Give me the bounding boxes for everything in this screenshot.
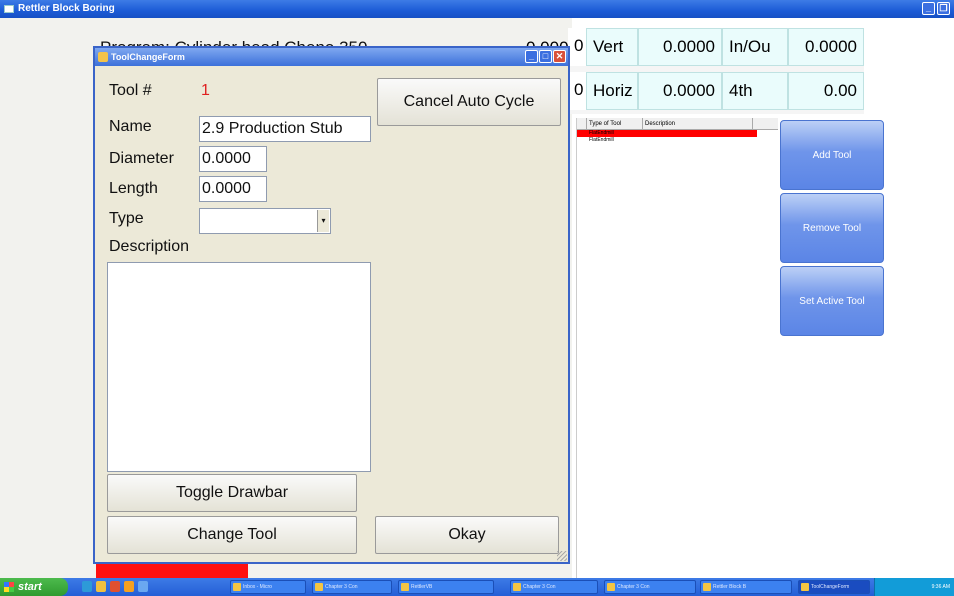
tool-number-value: 1 — [201, 82, 210, 99]
diameter-field[interactable]: 0.0000 — [199, 146, 267, 172]
set-active-tool-button[interactable]: Set Active Tool — [780, 266, 884, 336]
description-label: Description — [109, 238, 190, 255]
cancel-auto-cycle-button[interactable]: Cancel Auto Cycle — [377, 78, 561, 126]
dro-stub-1: 0 — [568, 28, 588, 66]
name-field[interactable]: 2.9 Production Stub — [199, 116, 371, 142]
dro-panel: 0 Vert 0.0000 In/Ou 0.0000 0 Horiz 0.000… — [568, 28, 864, 114]
remove-tool-button[interactable]: Remove Tool — [780, 193, 884, 263]
fourth-value: 0.00 — [788, 72, 864, 110]
restore-icon[interactable]: ❐ — [937, 2, 950, 15]
start-button[interactable]: start — [0, 578, 68, 596]
close-icon[interactable]: ✕ — [553, 50, 566, 63]
main-window-controls: _ ❐ — [922, 2, 950, 15]
inout-label: In/Ou — [722, 28, 788, 66]
clock[interactable]: 9:36 AM — [932, 584, 950, 590]
type-select[interactable]: ▾ — [199, 208, 331, 234]
dialog-controls: _ □ ✕ — [525, 50, 566, 63]
main-window-titlebar: Rettler Block Boring _ ❐ — [0, 0, 954, 18]
taskbar-item[interactable]: Chapter 3 Con — [510, 580, 598, 594]
row-header-cell — [577, 118, 587, 129]
resize-grip[interactable] — [557, 551, 567, 561]
length-label: Length — [109, 180, 158, 197]
okay-button[interactable]: Okay — [375, 516, 559, 554]
taskbar-item[interactable]: Inbox - Micro — [230, 580, 306, 594]
add-tool-button[interactable]: Add Tool — [780, 120, 884, 190]
toggle-drawbar-button[interactable]: Toggle Drawbar — [107, 474, 357, 512]
taskbar-item[interactable]: Rettler Block B — [700, 580, 792, 594]
type-label: Type — [109, 210, 144, 227]
name-label: Name — [109, 118, 152, 135]
system-tray: 9:36 AM — [874, 578, 954, 596]
ie-icon[interactable] — [82, 581, 92, 592]
minimize-icon[interactable]: _ — [525, 50, 538, 63]
description-field[interactable] — [107, 262, 371, 472]
taskbar: start Inbox - Micro Chapter 3 Con Rettle… — [0, 578, 954, 596]
taskbar-item[interactable]: RettlerVB — [398, 580, 494, 594]
tool-change-dialog: ToolChangeForm _ □ ✕ Tool # 1 Name 2.9 P… — [93, 46, 570, 564]
taskbar-item-active[interactable]: ToolChangeForm — [798, 580, 870, 594]
taskbar-item[interactable]: Chapter 3 Con — [604, 580, 696, 594]
column-header-description[interactable]: Description — [643, 118, 753, 129]
vert-value: 0.0000 — [638, 28, 722, 66]
media-icon[interactable] — [110, 581, 120, 592]
status-red-bar — [96, 562, 248, 578]
minimize-icon[interactable]: _ — [922, 2, 935, 15]
maximize-icon[interactable]: □ — [539, 50, 552, 63]
windows-logo-icon — [4, 582, 14, 592]
main-window-title: Rettler Block Boring — [18, 3, 115, 14]
app-icon — [4, 5, 14, 13]
horiz-value: 0.0000 — [638, 72, 722, 110]
diameter-label: Diameter — [109, 150, 174, 167]
tool-number-label: Tool # — [109, 82, 152, 99]
chevron-down-icon[interactable]: ▾ — [317, 210, 329, 232]
tool-table[interactable]: Type of Tool Description FlatEndmill Fla… — [576, 118, 778, 580]
form-icon — [98, 52, 108, 62]
desktop-icon[interactable] — [138, 581, 148, 592]
fourth-label: 4th — [722, 72, 788, 110]
column-header-type[interactable]: Type of Tool — [587, 118, 643, 129]
vert-label: Vert — [586, 28, 638, 66]
start-label: start — [18, 581, 42, 593]
inout-value: 0.0000 — [788, 28, 864, 66]
quick-launch — [82, 581, 148, 592]
dialog-titlebar: ToolChangeForm _ □ ✕ — [95, 48, 568, 66]
dialog-title: ToolChangeForm — [111, 52, 185, 62]
table-row[interactable]: FlatEndmill — [577, 137, 778, 144]
taskbar-item[interactable]: Chapter 3 Con — [312, 580, 392, 594]
app-launch-icon[interactable] — [124, 581, 134, 592]
dro-stub-2: 0 — [568, 72, 588, 110]
table-row[interactable]: FlatEndmill — [577, 130, 757, 137]
folder-icon[interactable] — [96, 581, 106, 592]
horiz-label: Horiz — [586, 72, 638, 110]
length-field[interactable]: 0.0000 — [199, 176, 267, 202]
tool-table-header: Type of Tool Description — [577, 118, 778, 130]
change-tool-button[interactable]: Change Tool — [107, 516, 357, 554]
